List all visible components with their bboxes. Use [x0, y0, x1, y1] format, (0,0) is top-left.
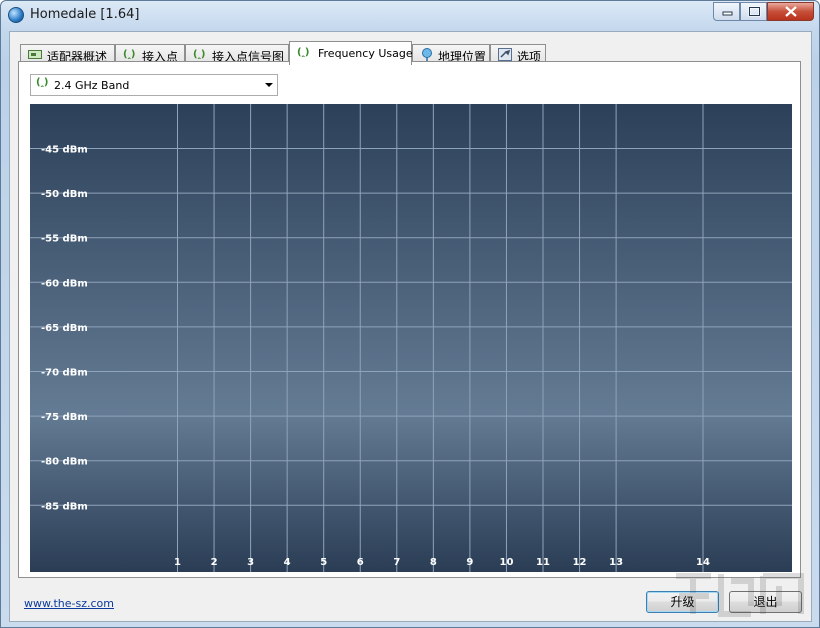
antenna-icon: (ꞈ) — [193, 49, 206, 60]
network-card-icon — [28, 48, 42, 61]
x-tick-label: 10 — [499, 557, 513, 568]
x-tick-label: 6 — [357, 557, 364, 568]
frequency-chart: -45 dBm -50 dBm -55 dBm -60 dBm -65 dBm -70 d… — [30, 104, 792, 572]
chevron-down-icon — [265, 83, 273, 87]
y-tick-label: -60 dBm — [41, 278, 88, 289]
antenna-icon: (ꞈ) — [297, 47, 310, 58]
x-tick-label: 1 — [174, 557, 181, 568]
tab-frequency-usage[interactable]: (ꞈ) Frequency Usage — [289, 41, 413, 65]
app-window: Homedale [1.64] 适配器概述 (ꞈ) 接入点 (ꞈ) 接入点信号图… — [0, 0, 820, 628]
y-tick-label: -80 dBm — [41, 457, 88, 468]
minimize-button[interactable] — [713, 2, 740, 21]
antenna-icon: (ꞈ) — [36, 77, 49, 88]
x-tick-label: 12 — [573, 557, 587, 568]
y-tick-label: -45 dBm — [41, 145, 88, 156]
x-tick-label: 9 — [466, 557, 473, 568]
x-tick-label: 2 — [211, 557, 218, 568]
globe-icon — [8, 7, 24, 23]
location-pin-icon — [420, 48, 434, 61]
x-tick-label: 13 — [609, 557, 623, 568]
band-dropdown[interactable]: (ꞈ) 2.4 GHz Band — [30, 74, 278, 96]
x-tick-label: 7 — [393, 557, 400, 568]
y-tick-label: -65 dBm — [41, 323, 88, 334]
maximize-icon — [748, 6, 761, 17]
frequency-usage-panel: (ꞈ) 2.4 GHz Band -45 dBm -50 dBm -55 dBm… — [18, 61, 801, 578]
x-tick-label: 11 — [536, 557, 550, 568]
window-title: Homedale [1.64] — [30, 7, 140, 22]
title-bar[interactable]: Homedale [1.64] — [1, 1, 819, 29]
y-tick-label: -55 dBm — [41, 234, 88, 245]
close-icon — [785, 6, 797, 17]
minimize-icon — [722, 11, 733, 16]
x-tick-label: 5 — [320, 557, 327, 568]
y-tick-label: -75 dBm — [41, 412, 88, 423]
settings-icon — [498, 48, 512, 61]
x-tick-label: 3 — [247, 557, 254, 568]
x-tick-label: 4 — [284, 557, 291, 568]
y-tick-label: -85 dBm — [41, 501, 88, 512]
close-button[interactable] — [767, 2, 814, 21]
chart-svg: -45 dBm -50 dBm -55 dBm -60 dBm -65 dBm -70 d… — [30, 104, 792, 572]
watermark-logo — [676, 573, 804, 617]
antenna-icon: (ꞈ) — [123, 49, 136, 60]
maximize-button[interactable] — [740, 2, 767, 21]
y-tick-label: -70 dBm — [41, 368, 88, 379]
x-tick-label: 8 — [430, 557, 437, 568]
client-area: 适配器概述 (ꞈ) 接入点 (ꞈ) 接入点信号图 (ꞈ) Frequency U… — [9, 31, 812, 622]
tab-label: Frequency Usage — [318, 47, 413, 60]
y-tick-label: -50 dBm — [41, 189, 88, 200]
chart-background — [30, 104, 792, 572]
website-link[interactable]: www.the-sz.com — [24, 597, 114, 610]
band-dropdown-value: 2.4 GHz Band — [54, 79, 130, 92]
